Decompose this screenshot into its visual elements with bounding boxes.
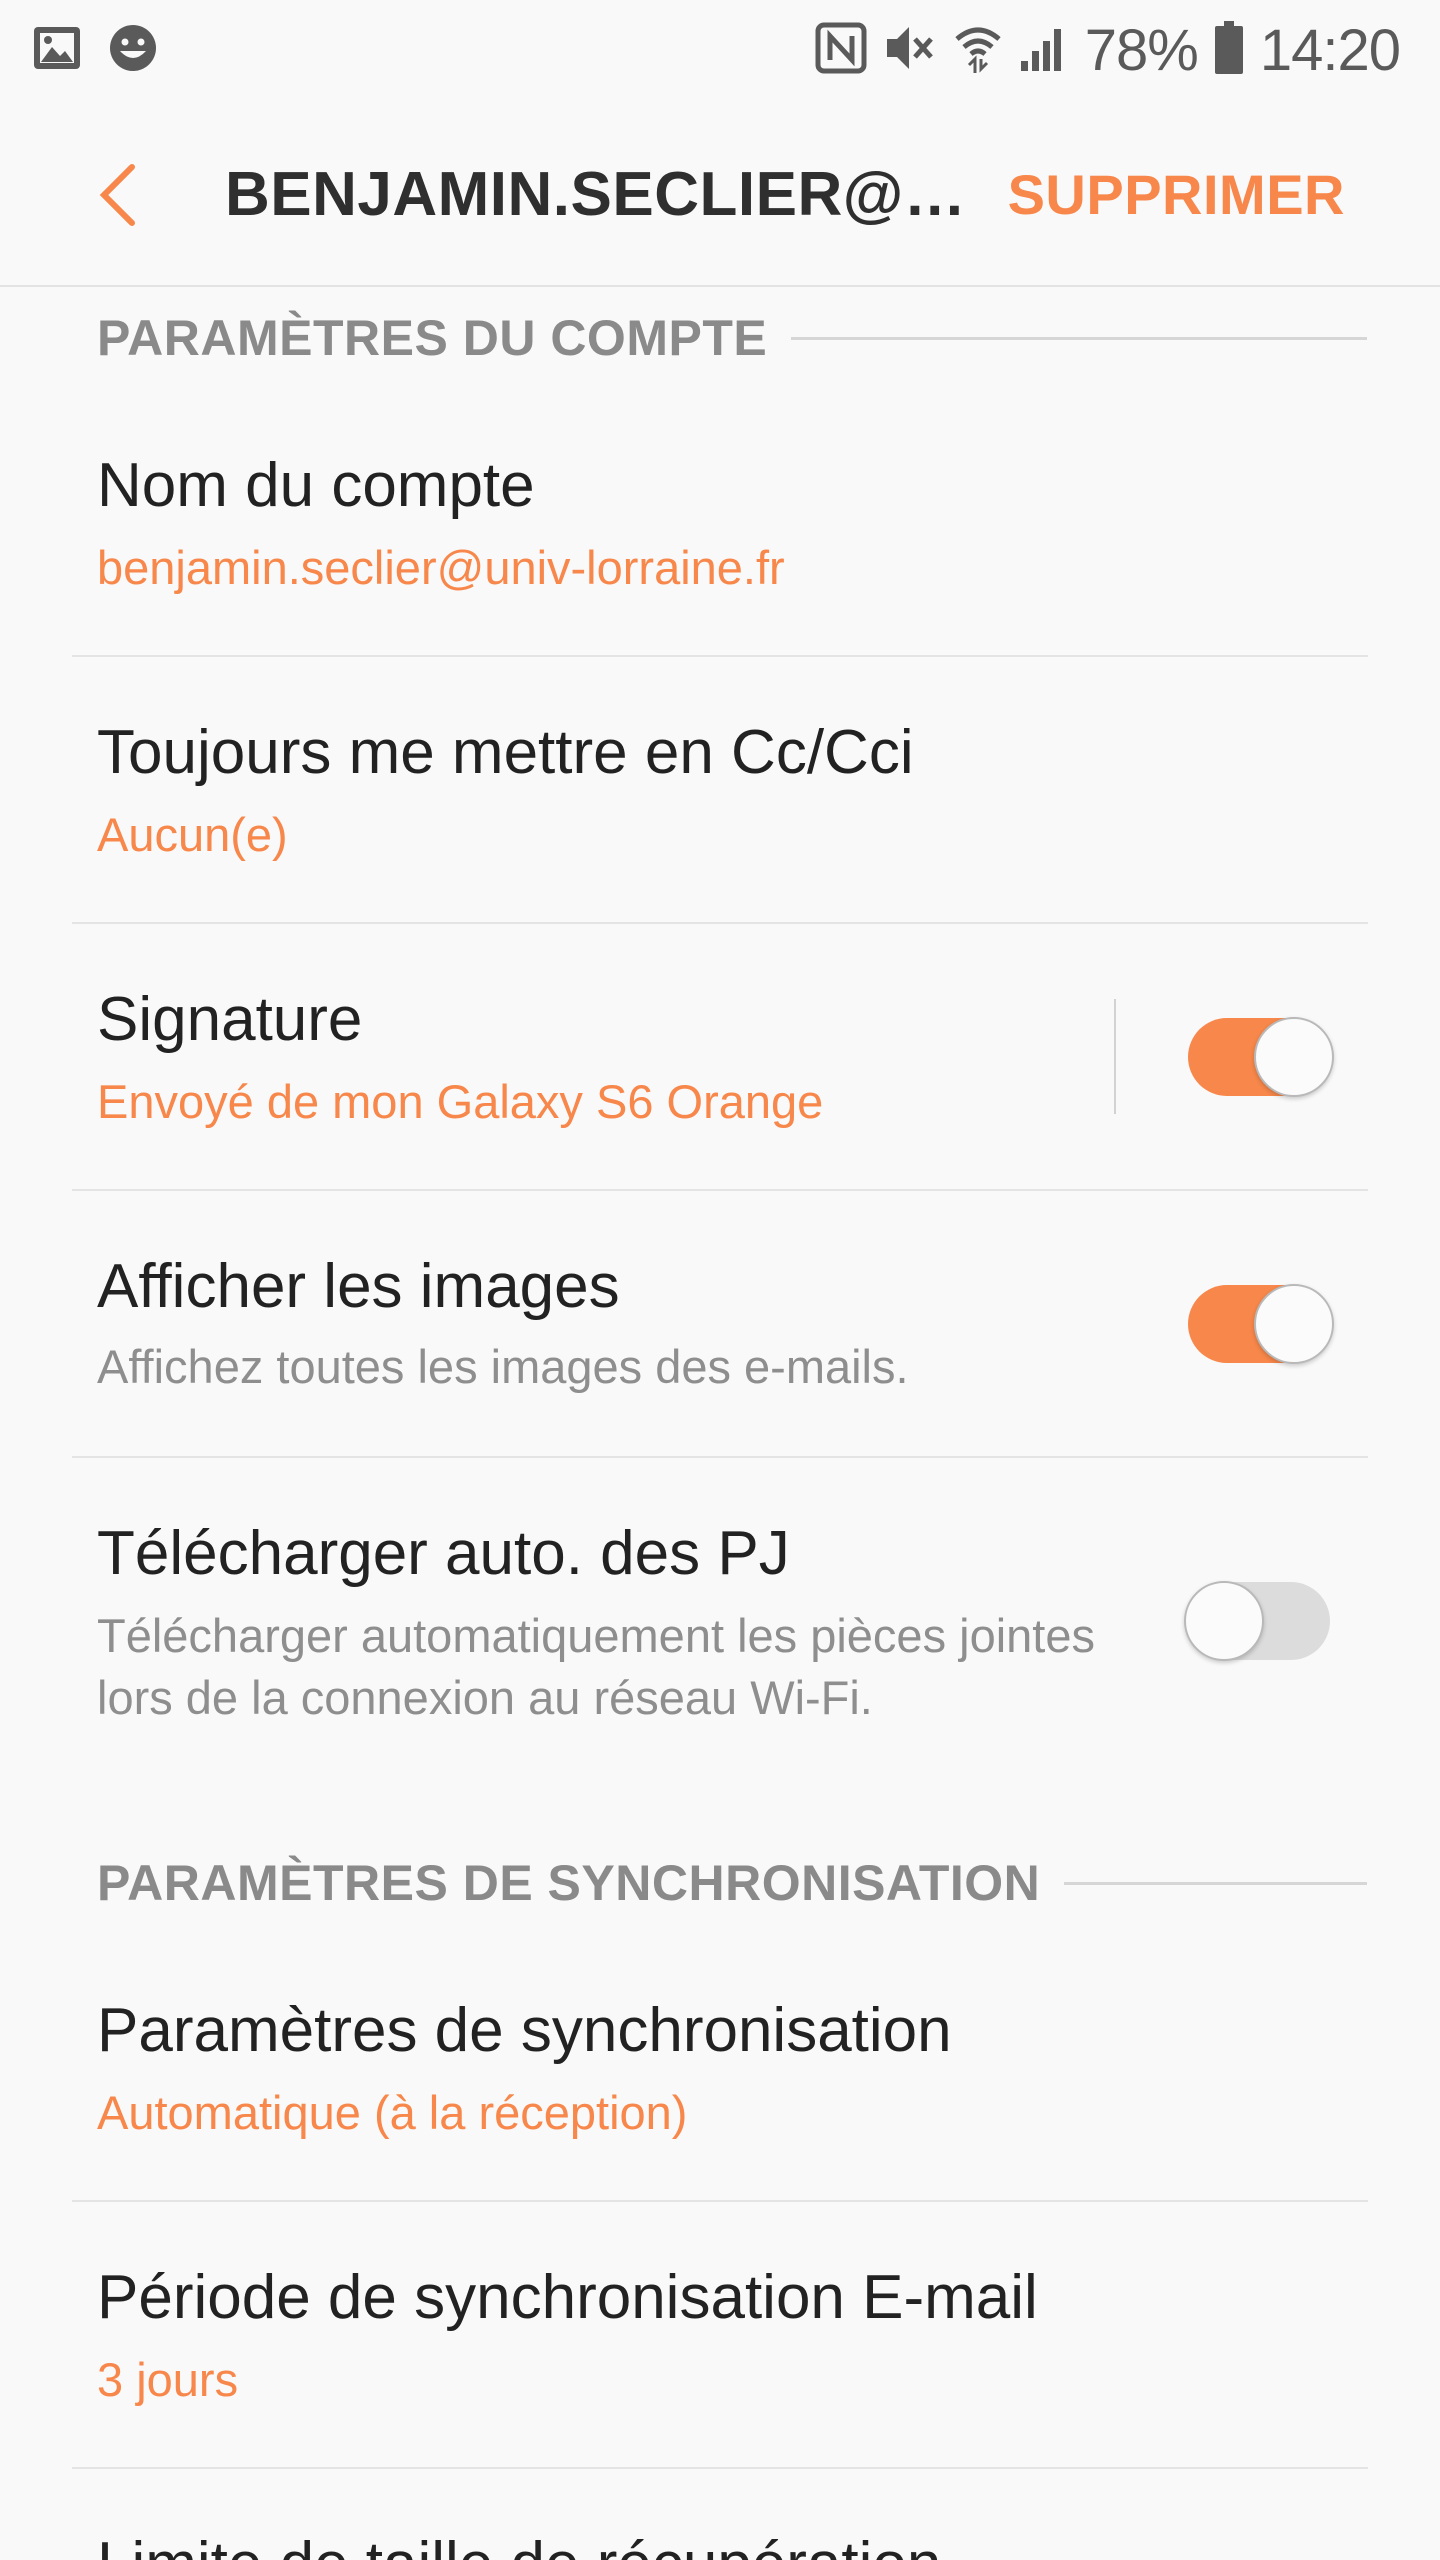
status-bar: 78% 14:20 [0, 0, 1440, 100]
item-title: Période de synchronisation E-mail [97, 2263, 1038, 2332]
item-title: Limite de taille de récupération [97, 2529, 941, 2560]
list-item-sync-settings[interactable]: Paramètres de synchronisation Automatiqu… [72, 1935, 1368, 2202]
item-title: Signature [97, 985, 363, 1054]
section-divider [1064, 1881, 1367, 1885]
list-item-account-name[interactable]: Nom du compte benjamin.seclier@univ-lorr… [72, 390, 1368, 657]
item-subtitle: Envoyé de mon Galaxy S6 Orange [97, 1075, 824, 1128]
status-bar-left [32, 20, 158, 80]
signal-icon [1019, 23, 1069, 78]
item-title: Paramètres de synchronisation [97, 1996, 952, 2065]
section-label: PARAMÈTRES DE SYNCHRONISATION [97, 1855, 1041, 1911]
battery-percent: 78% [1084, 17, 1199, 83]
list-item-sync-period[interactable]: Période de synchronisation E-mail 3 jour… [72, 2202, 1368, 2469]
section-label: PARAMÈTRES DU COMPTE [97, 310, 768, 366]
section-divider [791, 336, 1367, 340]
list-item-auto-download[interactable]: Télécharger auto. des PJ Télécharger aut… [72, 1458, 1368, 1788]
delete-button[interactable]: SUPPRIMER [1008, 155, 1345, 235]
back-button[interactable] [78, 155, 158, 235]
vertical-divider [1114, 999, 1116, 1114]
section-header-account: PARAMÈTRES DU COMPTE [97, 303, 1367, 373]
item-title: Afficher les images [97, 1252, 620, 1321]
toggle-knob [1254, 1284, 1334, 1364]
toggle-knob [1254, 1017, 1334, 1097]
chevron-left-icon [99, 164, 135, 226]
item-subtitle: 3 jours [97, 2353, 239, 2406]
item-subtitle: Aucun(e) [97, 808, 288, 861]
item-title: Nom du compte [97, 451, 535, 520]
item-title: Télécharger auto. des PJ [97, 1519, 790, 1588]
item-subtitle: Télécharger automatiquement les pièces j… [97, 1609, 1095, 1724]
section-header-sync: PARAMÈTRES DE SYNCHRONISATION [97, 1848, 1367, 1918]
toggle-knob [1184, 1581, 1264, 1661]
list-item-signature[interactable]: Signature Envoyé de mon Galaxy S6 Orange [72, 924, 1368, 1191]
list-item-show-images[interactable]: Afficher les images Affichez toutes les … [72, 1191, 1368, 1458]
smiley-icon [108, 23, 158, 78]
auto-download-toggle[interactable] [1184, 1562, 1334, 1661]
battery-icon [1214, 20, 1244, 80]
item-subtitle: Automatique (à la réception) [97, 2086, 688, 2139]
list-item-cc-cci[interactable]: Toujours me mettre en Cc/Cci Aucun(e) [72, 657, 1368, 924]
mute-icon [883, 21, 937, 80]
nfc-icon [815, 22, 867, 79]
signature-toggle[interactable] [1184, 998, 1334, 1097]
item-subtitle: Affichez toutes les images des e-mails. [97, 1340, 909, 1393]
clock: 14:20 [1259, 17, 1401, 83]
app-bar: BENJAMIN.SECLIER@UNIV… SUPPRIMER [0, 100, 1440, 287]
show-images-toggle[interactable] [1184, 1265, 1334, 1364]
image-icon [32, 25, 82, 76]
page-title: BENJAMIN.SECLIER@UNIV… [225, 160, 1005, 229]
wifi-icon [953, 21, 1003, 80]
status-bar-right: 78% 14:20 [815, 14, 1401, 86]
list-item-retrieval-size-limit[interactable]: Limite de taille de récupération [72, 2469, 1368, 2560]
item-subtitle: benjamin.seclier@univ-lorraine.fr [97, 541, 785, 594]
item-title: Toujours me mettre en Cc/Cci [97, 718, 914, 787]
